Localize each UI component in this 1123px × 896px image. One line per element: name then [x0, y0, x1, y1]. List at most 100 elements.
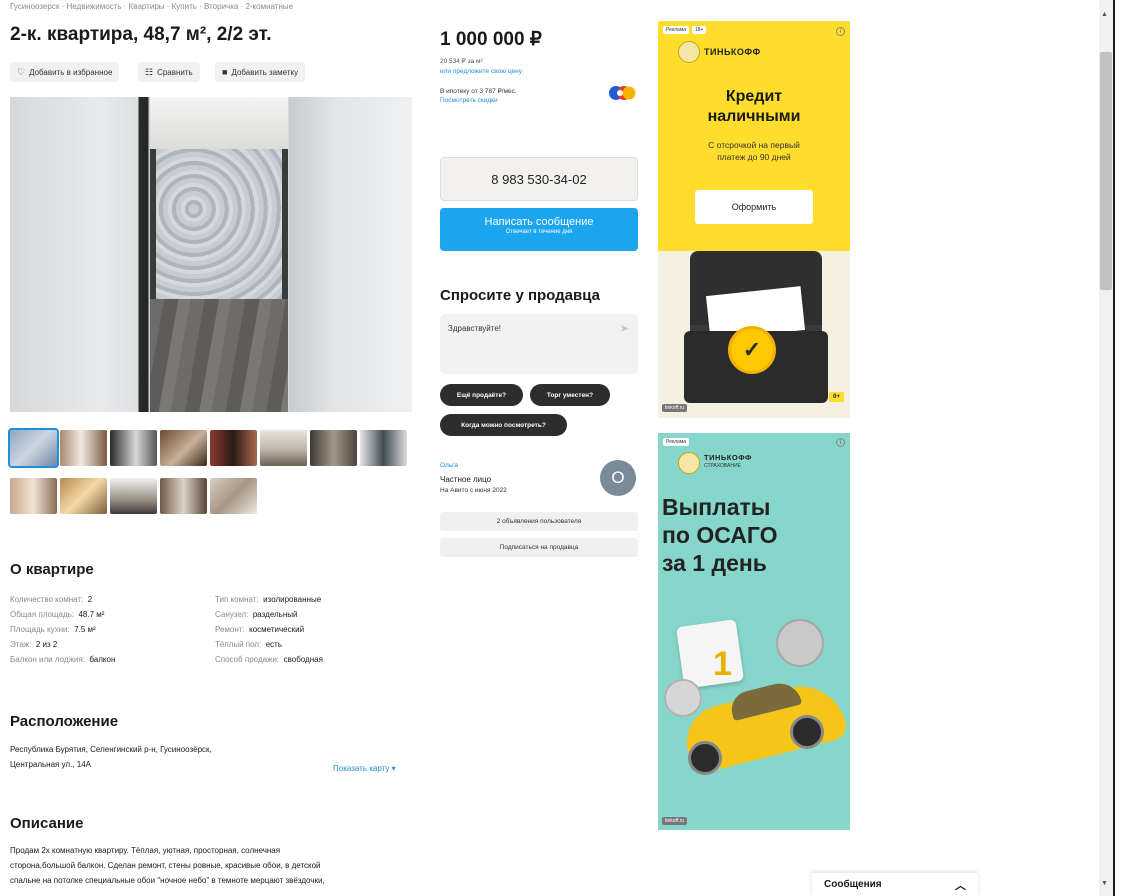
ad-brand: ТИНЬКОФФ — [704, 453, 752, 462]
price: 1 000 000 ₽ — [440, 29, 542, 50]
ad-subtext-line: С отсрочкой на первый — [708, 140, 800, 150]
window-edge — [1113, 0, 1115, 896]
mortgage-text: В ипотеку от 3 787 ₽/мес. — [440, 88, 517, 95]
send-icon[interactable]: ➤ — [620, 322, 629, 335]
subscribe-seller-button[interactable]: Подписаться на продавца — [440, 538, 638, 557]
ad-age-tag: 18+ — [692, 26, 707, 34]
ad-cta-label: Оформить — [731, 202, 777, 212]
param-value: раздельный — [252, 610, 298, 619]
chevron-up-icon[interactable]: ︿ — [955, 877, 966, 893]
ad-label: Реклама — [663, 438, 690, 446]
compare-button[interactable]: ☷ Сравнить — [138, 62, 200, 82]
param-value: балкон — [89, 655, 116, 664]
ad-headline-line: Кредит — [725, 88, 783, 105]
subscribe-seller-label: Подписаться на продавца — [499, 544, 579, 551]
thumbnail[interactable] — [360, 430, 407, 466]
param-label: Общая площадь: — [10, 610, 75, 619]
info-icon[interactable]: i — [836, 438, 845, 447]
messages-bar[interactable]: Сообщения ︿ — [812, 873, 978, 896]
show-phone-button[interactable]: 8 983 530-34-02 — [440, 157, 638, 201]
ad-age-rating: 0+ — [829, 392, 844, 402]
ask-seller-input-text: Здравствуйте! — [448, 324, 502, 333]
description-line: спальне на потолке специальные обои "ноч… — [10, 876, 325, 885]
param-value: есть — [265, 640, 283, 649]
seller-since: На Авито с июня 2022 — [440, 487, 507, 494]
quick-question-chip[interactable]: Когда можно посмотреть? — [440, 414, 567, 436]
thumbnail[interactable] — [260, 430, 307, 466]
thumbnail[interactable] — [160, 478, 207, 514]
wheel-icon — [790, 715, 824, 749]
param-label: Способ продажи: — [215, 655, 280, 664]
address-line: Республика Бурятия, Селенгинский р-н, Гу… — [10, 745, 212, 754]
thumbnail[interactable] — [60, 478, 107, 514]
main-photo[interactable] — [10, 97, 412, 412]
thumbnail[interactable] — [210, 478, 257, 514]
avatar[interactable]: О — [600, 460, 636, 496]
page-title: 2-к. квартира, 48,7 м², 2/2 эт. — [10, 24, 272, 45]
seller-name-link[interactable]: Ольга — [440, 462, 458, 469]
param-value: 2 — [87, 595, 93, 604]
ad-subtext: С отсрочкой на первый платеж до 90 дней — [658, 139, 850, 163]
thumbnail[interactable] — [110, 430, 157, 466]
ad-banner-credit[interactable]: Реклама 18+ i ТИНЬКОФФ Кредит наличными … — [658, 21, 850, 418]
thumbnail[interactable] — [160, 430, 207, 466]
ask-seller-heading: Спросите у продавца — [440, 287, 600, 304]
description-line: Продам 2х комнатную квартиру. Тёплая, ую… — [10, 846, 281, 855]
seller-listings-button[interactable]: 2 объявления пользователя — [440, 512, 638, 531]
ad-headline: Выплаты по ОСАГО за 1 день — [662, 493, 778, 577]
ad-headline: Кредит наличными — [658, 87, 850, 127]
param-value: 48.7 м² — [78, 610, 105, 619]
thumbnail[interactable] — [210, 430, 257, 466]
scrollbar-thumb[interactable] — [1100, 52, 1112, 290]
discounts-link[interactable]: Посмотреть скидки — [440, 97, 498, 104]
quick-question-chip[interactable]: Торг уместен? — [530, 384, 610, 406]
response-time: Отвечает в течение дня — [505, 229, 573, 235]
thumbnail[interactable] — [60, 430, 107, 466]
ad-headline-line: Выплаты — [662, 494, 771, 520]
chevron-down-icon: ▾ — [391, 764, 396, 773]
bank-logo-icon — [608, 84, 636, 102]
wheel-icon — [688, 741, 722, 775]
thumbnail[interactable] — [310, 430, 357, 466]
ad-label: Реклама — [663, 26, 690, 34]
calendar-day-icon: 1 — [713, 645, 732, 683]
add-to-favorites-button[interactable]: ♡ Добавить в избранное — [10, 62, 120, 82]
add-note-button[interactable]: ■ Добавить заметку — [215, 62, 306, 82]
thumbnail[interactable] — [10, 478, 57, 514]
write-message-label: Написать сообщение — [484, 216, 594, 228]
param-label: Этаж: — [10, 640, 32, 649]
thumbnail[interactable] — [8, 428, 59, 468]
quick-question-chip[interactable]: Ещё продаёте? — [440, 384, 523, 406]
ad-cta-button[interactable]: Оформить — [695, 190, 813, 224]
messages-label: Сообщения — [824, 879, 882, 890]
offer-price-link[interactable]: или предложите свою цену — [440, 68, 522, 75]
seller-type: Частное лицо — [440, 475, 492, 484]
thumbnail-strip — [8, 428, 412, 520]
ad-source: tinkoff.ru — [662, 404, 688, 412]
location-heading: Расположение — [10, 713, 119, 730]
ad-banner-insurance[interactable]: Реклама i ТИНЬКОФФ СТРАХОВАНИЕ Выплаты п… — [658, 433, 850, 830]
param-value: косметический — [249, 625, 305, 634]
note-icon: ■ — [222, 67, 228, 77]
thumbnail[interactable] — [110, 478, 157, 514]
coin-icon — [664, 679, 702, 717]
scroll-up-icon[interactable]: ▲ — [1101, 11, 1108, 18]
compare-icon: ☷ — [145, 66, 154, 77]
param-label: Площадь кухни: — [10, 625, 70, 634]
param-value: изолированные — [263, 595, 322, 604]
breadcrumb[interactable]: Гусиноозерск · Недвижимость · Квартиры ·… — [10, 2, 293, 11]
show-map-link[interactable]: Показать карту ▾ — [333, 764, 396, 773]
coin-icon — [776, 619, 824, 667]
description-line: сторона,большой балкон. Сделан ремонт, с… — [10, 861, 321, 870]
scroll-down-icon[interactable]: ▼ — [1101, 880, 1108, 887]
phone-number: 8 983 530-34-02 — [491, 171, 587, 187]
about-heading: О квартире — [10, 561, 94, 578]
tinkoff-logo-icon — [678, 41, 700, 63]
favorite-label: Добавить в избранное — [29, 67, 113, 77]
ad-source: tinkoff.ru — [662, 817, 688, 825]
ad-headline-line: наличными — [707, 108, 801, 125]
ask-seller-input[interactable]: Здравствуйте! ➤ — [440, 314, 638, 374]
write-message-button[interactable]: Написать сообщение Отвечает в течение дн… — [440, 208, 638, 251]
info-icon[interactable]: i — [836, 27, 845, 36]
about-params-right: Тип комнат: изолированные Санузел: разде… — [215, 589, 323, 664]
